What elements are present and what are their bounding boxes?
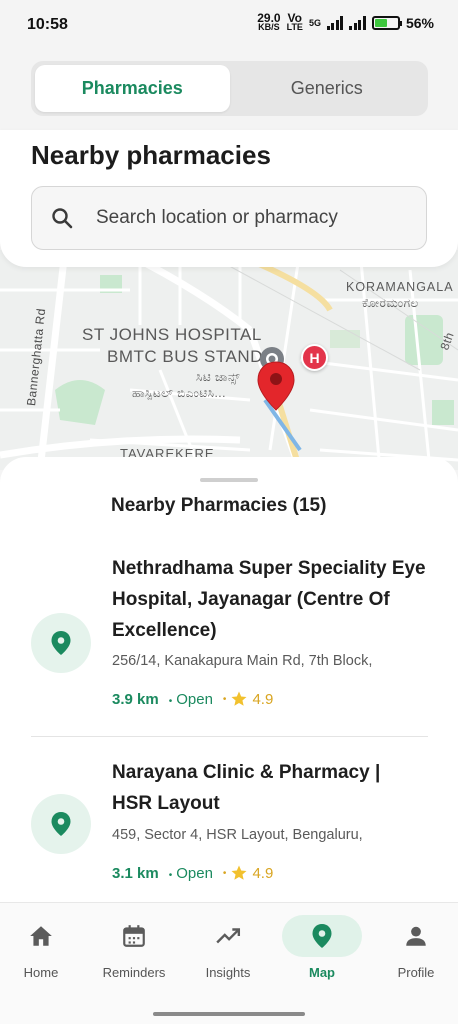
pharmacy-distance: 3.1 km — [112, 864, 159, 882]
nav-item-reminders[interactable]: Reminders — [89, 915, 179, 995]
star-icon — [231, 691, 247, 706]
pharmacy-status: • Open — [168, 690, 213, 708]
map-view[interactable]: KORAMANGALA ಕೋರಮಂಗಲ Bannerghatta Rd ST J… — [0, 250, 458, 470]
nav-item-map[interactable]: Map — [277, 915, 367, 995]
status-time: 10:58 — [27, 16, 68, 33]
map-pin-icon — [312, 924, 332, 948]
map-pin-icon — [51, 631, 71, 655]
nav-label: Insights — [205, 965, 251, 980]
segmented-tabs: Pharmacies Generics — [31, 61, 428, 116]
nav-label: Reminders — [102, 965, 166, 980]
map-label-hospital-2: BMTC BUS STAND — [107, 347, 263, 366]
star-icon — [231, 865, 247, 880]
pharmacy-icon-container — [31, 613, 91, 673]
nav-label: Map — [309, 965, 335, 980]
hospital-marker[interactable]: H — [301, 344, 328, 371]
battery-percent: 56% — [405, 15, 434, 31]
map-label-koramangala: KORAMANGALA — [346, 280, 454, 294]
nav-item-profile[interactable]: Profile — [371, 915, 458, 995]
nav-item-insights[interactable]: Insights — [183, 915, 273, 995]
network-speed: 29.0 KB/S — [257, 11, 281, 32]
search-icon — [52, 208, 73, 229]
hospital-marker-label: H — [309, 349, 320, 366]
home-icon — [30, 926, 52, 946]
header-card: Nearby pharmacies — [0, 130, 458, 267]
pharmacy-status: • Open — [168, 864, 213, 882]
calendar-icon — [123, 925, 145, 947]
search-box[interactable] — [31, 186, 427, 250]
map-pin-icon — [51, 812, 71, 836]
person-icon — [406, 926, 426, 946]
signal-icon — [326, 16, 344, 30]
pharmacy-distance: 3.9 km — [112, 690, 159, 708]
map-label-koramangala-kannada: ಕೋರಮಂಗಲ — [362, 296, 419, 310]
pharmacy-address: 256/14, Kanakapura Main Rd, 7th Block, — [112, 653, 373, 669]
nav-item-home[interactable]: Home — [0, 915, 86, 995]
pharmacy-icon-container — [31, 794, 91, 854]
tab-pharmacies[interactable]: Pharmacies — [35, 65, 230, 112]
pharmacy-name: Narayana Clinic & Pharmacy | HSR Layout — [112, 762, 381, 814]
pharmacy-meta: 3.1 km • Open • 4.9 — [112, 864, 273, 882]
pharmacy-list-item[interactable]: Nethradhama Super Speciality Eye Hospita… — [0, 553, 458, 743]
pharmacy-rating: • 4.9 — [222, 690, 274, 708]
list-divider — [31, 736, 428, 737]
sheet-drag-handle[interactable] — [200, 478, 258, 482]
battery-icon — [371, 16, 402, 30]
map-label-hospital-1: ST JOHNS HOSPITAL — [82, 325, 262, 344]
pharmacy-rating: • 4.9 — [222, 864, 274, 882]
pharmacy-address: 459, Sector 4, HSR Layout, Bengaluru, — [112, 827, 363, 843]
sheet-title: Nearby Pharmacies (15) — [111, 495, 327, 516]
search-input[interactable] — [96, 207, 386, 229]
status-bar: 10:58 29.0 KB/S Vo LTE 5G 56% — [0, 0, 458, 50]
location-pin-icon[interactable] — [256, 360, 296, 412]
nav-label: Home — [23, 965, 59, 980]
volte-indicator: Vo LTE — [286, 11, 303, 32]
bottom-navigation: Home Reminders Insights Map Profile — [0, 902, 458, 1024]
pharmacy-list-sheet[interactable]: Nearby Pharmacies (15) Nethradhama Super… — [0, 457, 458, 902]
signal-icon-2 — [349, 16, 366, 30]
pharmacy-meta: 3.9 km • Open • 4.9 — [112, 690, 273, 708]
pharmacy-name: Nethradhama Super Speciality Eye Hospita… — [112, 558, 426, 641]
trending-icon — [216, 928, 241, 944]
nav-label: Profile — [397, 965, 435, 980]
home-indicator[interactable] — [153, 1012, 305, 1016]
page-title: Nearby pharmacies — [31, 140, 271, 170]
pharmacy-list-item[interactable]: Narayana Clinic & Pharmacy | HSR Layout … — [0, 757, 458, 902]
tab-generics[interactable]: Generics — [230, 65, 425, 112]
map-label-hospital-kn-2: ಹಾಸ್ಪಿಟಲ್ ಬಿಎಂಟಿಸಿ... — [132, 386, 226, 400]
network-type: 5G — [308, 17, 321, 28]
status-indicators: 29.0 KB/S Vo LTE 5G 56% — [257, 11, 434, 32]
map-label-hospital-kn-1: ಸಿಟಿ ಜಾನ್ಸ್ — [196, 370, 241, 384]
